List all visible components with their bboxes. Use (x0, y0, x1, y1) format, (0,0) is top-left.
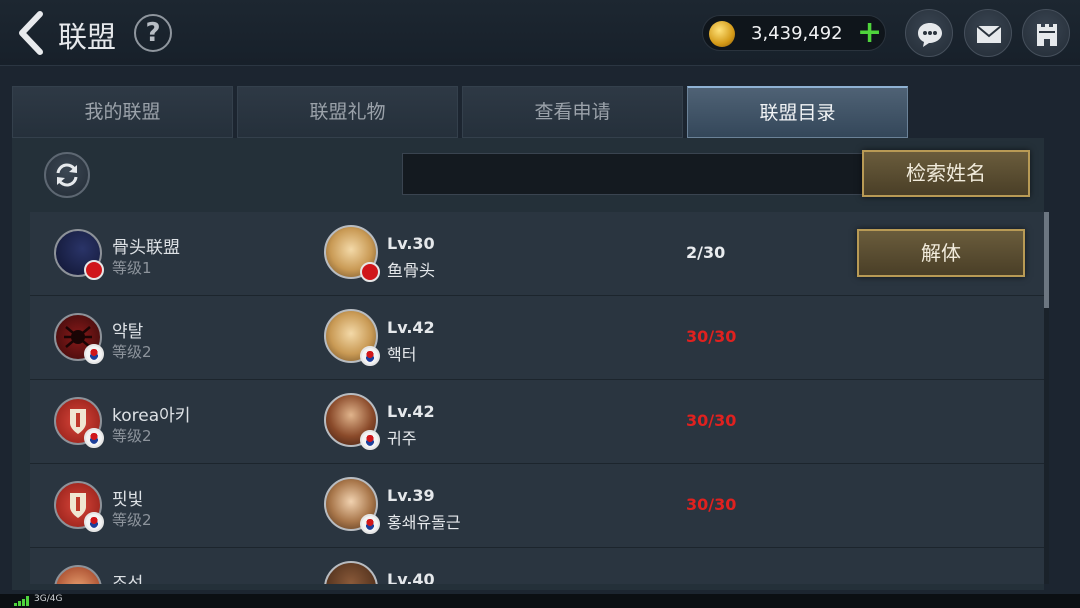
scroll-thumb[interactable] (1044, 212, 1049, 308)
alliance-emblem (54, 565, 102, 584)
leader-avatar (324, 561, 378, 584)
korea-flag-icon (84, 512, 104, 532)
korea-flag-icon (84, 428, 104, 448)
alliance-list[interactable]: 骨头联盟 等级1 Lv.30 鱼骨头 2/30 解体 약탈 等级2 Lv.42 … (30, 212, 1044, 584)
china-flag-icon (360, 262, 380, 282)
castle-button[interactable] (1022, 9, 1070, 57)
gold-coin-icon (709, 21, 735, 47)
dissolve-button[interactable]: 解体 (857, 229, 1025, 277)
search-name-button[interactable]: 检索姓名 (862, 150, 1030, 197)
alliance-level: 等级1 (112, 259, 152, 277)
envelope-icon (976, 25, 1002, 43)
refresh-button[interactable] (44, 152, 90, 198)
currency-display: 3,439,492 + (702, 15, 886, 51)
network-type: 3G/4G (34, 594, 63, 604)
alliance-name: 骨头联盟 (112, 238, 180, 258)
member-count: 30/30 (686, 327, 737, 346)
tab-alliance-gifts[interactable]: 联盟礼物 (237, 86, 458, 138)
leader-name: 핵터 (387, 345, 417, 364)
leader-name: 홍쇄유돌근 (387, 513, 461, 532)
korea-flag-icon (360, 430, 380, 450)
alliance-name: 조선 (112, 574, 144, 584)
refresh-icon (56, 163, 78, 187)
page-title: 联盟 (58, 20, 117, 54)
top-bar: 联盟 ? 3,439,492 + (0, 0, 1080, 66)
back-button[interactable] (14, 10, 48, 56)
chat-bubble-icon (918, 23, 942, 47)
leader-level: Lv.42 (387, 402, 435, 421)
list-scrollbar[interactable] (1044, 212, 1049, 584)
help-button[interactable]: ? (134, 14, 172, 52)
currency-amount: 3,439,492 (751, 23, 843, 44)
member-count: 2/30 (686, 243, 726, 262)
member-count: 30/30 (686, 495, 737, 514)
korea-flag-icon (360, 514, 380, 534)
tab-my-alliance[interactable]: 我的联盟 (12, 86, 233, 138)
signal-strength-icon (14, 596, 29, 606)
china-flag-icon (84, 260, 104, 280)
leader-level: Lv.40 (387, 570, 435, 584)
alliance-level: 等级2 (112, 427, 152, 445)
alliance-name: 약탈 (112, 322, 144, 342)
leader-level: Lv.30 (387, 234, 435, 253)
list-item[interactable]: 핏빛 等级2 Lv.39 홍쇄유돌근 30/30 (30, 464, 1044, 548)
alliance-name: 핏빛 (112, 490, 144, 510)
search-input[interactable] (402, 153, 872, 195)
list-item[interactable]: 骨头联盟 等级1 Lv.30 鱼骨头 2/30 解体 (30, 212, 1044, 296)
castle-icon (1037, 24, 1057, 46)
alliance-level: 等级2 (112, 511, 152, 529)
leader-level: Lv.42 (387, 318, 435, 337)
korea-flag-icon (84, 344, 104, 364)
chevron-left-icon (19, 11, 43, 55)
list-item[interactable]: 약탈 等级2 Lv.42 핵터 30/30 (30, 296, 1044, 380)
member-count: 30/30 (686, 411, 737, 430)
add-currency-button[interactable]: + (857, 16, 882, 50)
tab-view-applications[interactable]: 查看申请 (462, 86, 683, 138)
alliance-name: korea아키 (112, 406, 191, 426)
list-item[interactable]: 조선 Lv.40 (30, 548, 1044, 584)
leader-name: 귀주 (387, 429, 417, 448)
korea-flag-icon (360, 346, 380, 366)
mail-button[interactable] (964, 9, 1012, 57)
alliance-level: 等级2 (112, 343, 152, 361)
tab-alliance-directory[interactable]: 联盟目录 (687, 86, 908, 138)
status-bar: 3G/4G (0, 594, 1080, 608)
leader-name: 鱼骨头 (387, 261, 436, 280)
chat-button[interactable] (905, 9, 953, 57)
leader-level: Lv.39 (387, 486, 435, 505)
list-item[interactable]: korea아키 等级2 Lv.42 귀주 30/30 (30, 380, 1044, 464)
